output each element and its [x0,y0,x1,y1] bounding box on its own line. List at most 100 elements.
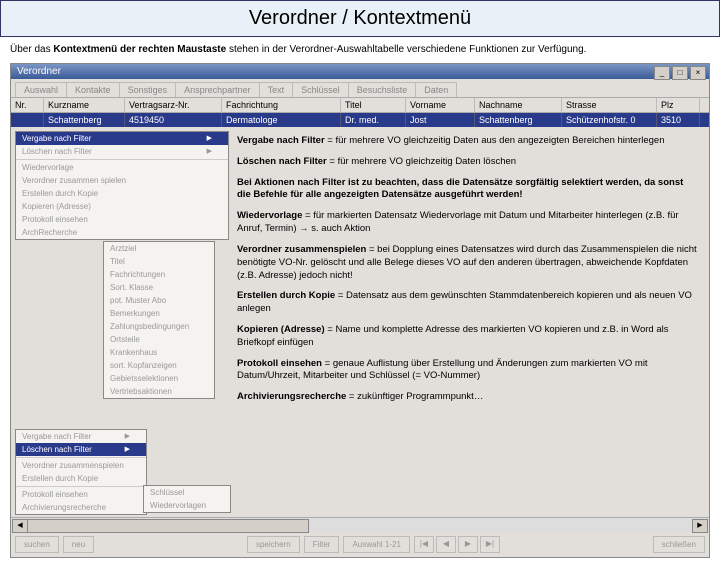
schliessen-button[interactable]: schließen [653,536,705,553]
col-kurzname: Kurzname [44,98,125,112]
menu-item-label: Erstellen durch Kopie [22,189,98,198]
menu-item-label: pot. Muster Abo [110,296,166,305]
tab-daten[interactable]: Daten [415,82,457,97]
description-item: Verordner zusammenspielen = bei Dopplung… [237,244,697,282]
menu-item[interactable]: Ortsteile [104,333,214,346]
menu-item[interactable]: Gebietsselektionen [104,372,214,385]
tab-bar: Auswahl Kontakte Sonstiges Ansprechpartn… [11,79,709,97]
scroll-left-button[interactable]: ◀ [12,519,28,533]
close-button[interactable]: × [690,66,706,80]
col-strasse: Strasse [562,98,657,112]
scroll-thumb[interactable] [27,519,309,533]
nav-next-button[interactable]: ▶ [458,536,478,553]
menu-item[interactable]: Erstellen durch Kopie [16,187,228,200]
menu-item[interactable]: Titel [104,255,214,268]
window-title-text: Verordner [17,66,61,77]
tab-auswahl[interactable]: Auswahl [15,82,67,97]
menu-item[interactable]: Sort. Klasse [104,281,214,294]
cell-nr [11,113,44,127]
submenu-arrow-icon: ▶ [125,445,130,454]
menu-item-label: Kopieren (Adresse) [22,202,91,211]
menu-item[interactable]: ArchRecherche [16,226,228,239]
cell-plz: 3510 [657,113,700,127]
description-term: Protokoll einsehen [237,358,322,369]
menu-item[interactable]: Krankenhaus [104,346,214,359]
menu-item-label: Bemerkungen [110,309,160,318]
menu-item-label: Protokoll einsehen [22,490,88,499]
col-fachrichtung: Fachrichtung [222,98,341,112]
menu-item[interactable]: Löschen nach Filter ▶ [16,443,146,456]
tab-ansprechpartner[interactable]: Ansprechpartner [175,82,260,97]
table-row[interactable]: Schattenberg 4519450 Dermatologe Dr. med… [11,113,709,127]
description-term: Wiedervorlage [237,210,302,221]
menu-item[interactable]: Protokoll einsehen [16,488,146,501]
menu-item-label: Vertriebsaktionen [110,387,172,396]
tab-text[interactable]: Text [259,82,294,97]
tab-kontakte[interactable]: Kontakte [66,82,120,97]
menu-item-label: Titel [110,257,125,266]
menu-item[interactable]: Wiedervorlagen [144,499,230,512]
menu-item-label: Löschen nach Filter [22,445,92,454]
menu-item-label: Krankenhaus [110,348,157,357]
descriptions: Vergabe nach Filter = für mehrere VO gle… [231,129,707,418]
intro-bold: Kontextmenü der rechten Maustaste [53,44,226,55]
menu-item[interactable]: pot. Muster Abo [104,294,214,307]
menu-item[interactable]: Vertriebsaktionen [104,385,214,398]
minimize-button[interactable]: _ [654,66,670,80]
menu-item[interactable]: sort. Kopfanzeigen [104,359,214,372]
context-submenu-1: Arztziel Titel Fachrichtungen Sort. Klasse p… [103,241,215,399]
menu-item-label: Zahlungsbedingungen [110,322,189,331]
col-plz: Plz [657,98,700,112]
submenu-arrow-icon: ▶ [125,432,130,441]
table-header: Nr. Kurzname Vertragsarz-Nr. Fachrichtun… [11,97,709,113]
description-term: Bei Aktionen nach Filter ist zu beachten… [237,177,683,201]
auswahl-button[interactable]: Auswahl 1-21 [343,536,409,553]
menu-item-label: Ortsteile [110,335,140,344]
intro-post: stehen in der Verordner-Auswahltabelle v… [226,44,586,55]
menu-item[interactable]: Verordner zusammen spielen [16,174,228,187]
menu-item-label: Protokoll einsehen [22,215,88,224]
menu-item[interactable]: Wiedervorlage [16,161,228,174]
menu-separator [16,486,146,487]
description-text: = für markierten Datensatz Wiedervorlage… [237,210,679,234]
nav-first-button[interactable]: |◀ [414,536,434,553]
cell-fachrichtung: Dermatologe [222,113,341,127]
menu-item-label: Erstellen durch Kopie [22,474,98,483]
menu-item[interactable]: Archivierungsrecherche [16,501,146,514]
menu-item[interactable]: Löschen nach Filter▶ [16,145,228,158]
description-term: Vergabe nach Filter [237,135,325,146]
menu-item[interactable]: Vergabe nach Filter▶ [16,132,228,145]
menu-item-label: Vergabe nach Filter [22,432,91,441]
filter-button[interactable]: Filter [304,536,340,553]
tab-schluessel[interactable]: Schlüssel [292,82,349,97]
menu-item[interactable]: Arztziel [104,242,214,255]
menu-item[interactable]: Protokoll einsehen [16,213,228,226]
menu-item-label: Schlüssel [150,488,184,497]
neu-button[interactable]: neu [63,536,94,553]
speichern-button[interactable]: speichern [247,536,300,553]
menu-item[interactable]: Verordner zusammenspielen [16,459,146,472]
menu-separator [16,159,228,160]
page-title: Verordner / Kontextmenü [0,0,720,37]
maximize-button[interactable]: □ [672,66,688,80]
menu-item[interactable]: Zahlungsbedingungen [104,320,214,333]
scroll-right-button[interactable]: ▶ [692,519,708,533]
menu-item[interactable]: Fachrichtungen [104,268,214,281]
tab-besuchsliste[interactable]: Besuchsliste [348,82,417,97]
suchen-button[interactable]: suchen [15,536,59,553]
cell-kurzname: Schattenberg [44,113,125,127]
menu-item[interactable]: Kopieren (Adresse) [16,200,228,213]
context-submenu-2: Schlüssel Wiedervorlagen [143,485,231,513]
menu-item[interactable]: Bemerkungen [104,307,214,320]
menu-item[interactable]: Vergabe nach Filter ▶ [16,430,146,443]
description-term: Verordner zusammenspielen [237,244,366,255]
menu-item[interactable]: Erstellen durch Kopie [16,472,146,485]
menu-item[interactable]: Schlüssel [144,486,230,499]
menu-item-label: Fachrichtungen [110,270,165,279]
tab-sonstiges[interactable]: Sonstiges [119,82,177,97]
nav-last-button[interactable]: ▶| [480,536,500,553]
menu-item-label: Verordner zusammenspielen [22,461,124,470]
nav-prev-button[interactable]: ◀ [436,536,456,553]
horizontal-scrollbar[interactable]: ◀ ▶ [11,517,709,532]
description-text: = für mehrere VO gleichzeitig Daten lösc… [327,156,516,167]
